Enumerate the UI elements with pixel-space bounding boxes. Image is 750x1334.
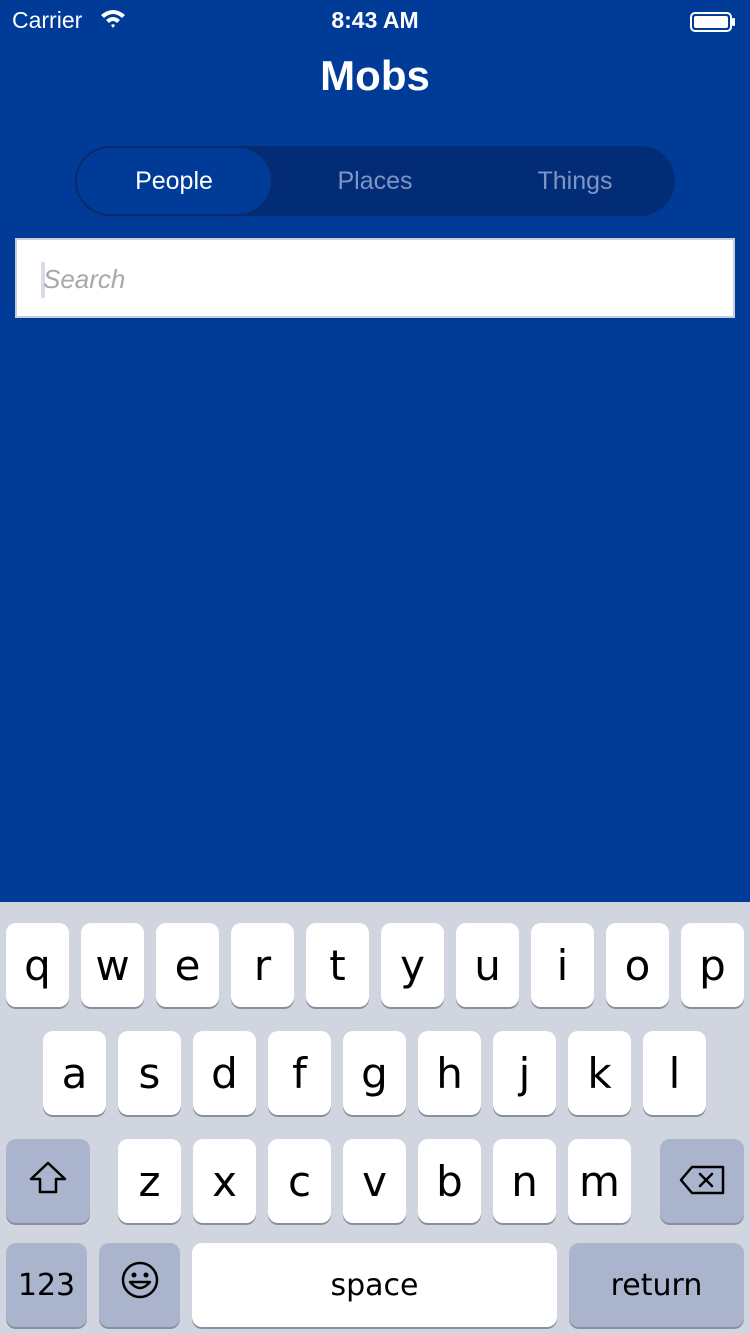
- key-y[interactable]: y: [381, 923, 444, 1007]
- status-bar: Carrier 8:43 AM: [0, 0, 750, 40]
- key-v[interactable]: v: [343, 1139, 406, 1223]
- segment-people[interactable]: People: [75, 146, 273, 216]
- page-title: Mobs: [320, 52, 430, 99]
- keyboard: q w e r t y u i o p a s d f g h j k l z …: [0, 902, 750, 1334]
- key-h[interactable]: h: [418, 1031, 481, 1115]
- key-b[interactable]: b: [418, 1139, 481, 1223]
- clock: 8:43 AM: [331, 7, 419, 33]
- segment-things[interactable]: Things: [475, 146, 675, 216]
- emoji-key[interactable]: [99, 1243, 180, 1327]
- segmented-control: People Places Things: [75, 146, 675, 216]
- key-o[interactable]: o: [606, 923, 669, 1007]
- backspace-icon: [678, 1157, 726, 1206]
- key-u[interactable]: u: [456, 923, 519, 1007]
- key-j[interactable]: j: [493, 1031, 556, 1115]
- key-g[interactable]: g: [343, 1031, 406, 1115]
- key-c[interactable]: c: [268, 1139, 331, 1223]
- battery-icon: [690, 11, 735, 32]
- shift-key[interactable]: [6, 1139, 90, 1223]
- space-key[interactable]: space: [192, 1243, 557, 1327]
- delete-key[interactable]: [660, 1139, 744, 1223]
- search-box: [15, 238, 735, 318]
- key-p[interactable]: p: [681, 923, 744, 1007]
- key-f[interactable]: f: [268, 1031, 331, 1115]
- return-key[interactable]: return: [569, 1243, 744, 1327]
- key-l[interactable]: l: [643, 1031, 706, 1115]
- emoji-icon: [120, 1260, 160, 1310]
- segment-places[interactable]: Places: [275, 146, 475, 216]
- key-m[interactable]: m: [568, 1139, 631, 1223]
- key-k[interactable]: k: [568, 1031, 631, 1115]
- key-t[interactable]: t: [306, 923, 369, 1007]
- key-q[interactable]: q: [6, 923, 69, 1007]
- key-i[interactable]: i: [531, 923, 594, 1007]
- numbers-key[interactable]: 123: [6, 1243, 87, 1327]
- key-r[interactable]: r: [231, 923, 294, 1007]
- key-s[interactable]: s: [118, 1031, 181, 1115]
- shift-icon: [28, 1157, 68, 1206]
- key-x[interactable]: x: [193, 1139, 256, 1223]
- search-input[interactable]: [41, 240, 725, 318]
- key-w[interactable]: w: [81, 923, 144, 1007]
- key-e[interactable]: e: [156, 923, 219, 1007]
- key-z[interactable]: z: [118, 1139, 181, 1223]
- key-n[interactable]: n: [493, 1139, 556, 1223]
- key-a[interactable]: a: [43, 1031, 106, 1115]
- key-d[interactable]: d: [193, 1031, 256, 1115]
